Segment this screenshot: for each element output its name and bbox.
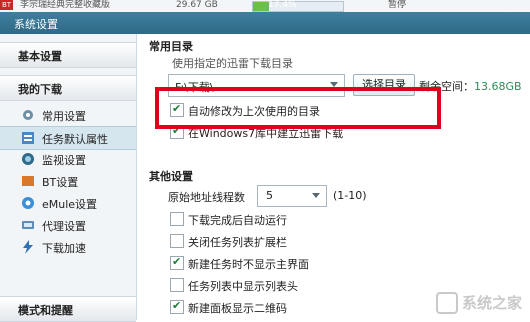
show-qrcode-checkbox[interactable]: ✔ 新建面板显示二维码 xyxy=(170,299,370,315)
thread-count-label: 原始地址线程数 xyxy=(168,191,245,204)
nav-group-basic-label: 基本设置 xyxy=(18,50,62,63)
sidebar-item-label: 任务默认属性 xyxy=(42,133,108,146)
nav-group-basic[interactable]: 基本设置 xyxy=(0,42,136,68)
proxy-icon xyxy=(22,221,34,229)
checkmark-icon: ✔ xyxy=(172,299,182,312)
progress-bar xyxy=(252,1,344,12)
checkbox-box: ✔ xyxy=(170,299,184,314)
lightning-icon xyxy=(23,240,33,254)
sidebar-item-task-default[interactable]: 任务默认属性 xyxy=(0,126,136,150)
section-title-common-dir: 常用目录 xyxy=(149,40,193,53)
settings-dialog: 系统设置 基本设置 我的下载 常用设置 任务默认属性 监视设置 BT设置 eMu… xyxy=(0,12,530,322)
task-status: 暂停 xyxy=(388,0,407,10)
hide-main-ui-checkbox[interactable]: ✔ 新建任务时不显示主界面 xyxy=(170,255,370,271)
checkbox-label: 新建任务时不显示主界面 xyxy=(188,258,309,271)
watermark: 系统之家 xyxy=(435,292,522,314)
sidebar-item-common[interactable]: 常用设置 xyxy=(0,104,136,126)
free-space-value: 13.68GB xyxy=(474,80,522,93)
checkbox-box: ✔ xyxy=(170,212,184,226)
checkbox-label: 任务列表中显示列表头 xyxy=(188,280,298,293)
chevron-down-icon xyxy=(312,193,320,198)
sidebar-item-emule[interactable]: eMule设置 xyxy=(0,192,136,214)
download-dir-label: 使用指定的迅雷下载目录 xyxy=(172,57,293,70)
checkbox-label: 关闭任务列表扩展栏 xyxy=(188,236,287,249)
sidebar-item-monitor[interactable]: 监视设置 xyxy=(0,148,136,170)
file-name: 李宗瑞经典完整收藏版 xyxy=(20,0,111,10)
monitor-icon xyxy=(22,153,34,165)
watermark-text: 系统之家 xyxy=(461,293,522,312)
thread-count-range: (1-10) xyxy=(333,189,367,202)
task-icon xyxy=(22,132,34,144)
house-logo-icon xyxy=(435,292,458,314)
sidebar-item-label: 常用设置 xyxy=(42,110,86,123)
close-ext-bar-checkbox[interactable]: ✔ 关闭任务列表扩展栏 xyxy=(170,233,370,249)
settings-sidebar: 基本设置 我的下载 常用设置 任务默认属性 监视设置 BT设置 eMule设置 … xyxy=(0,34,137,322)
nav-group-download[interactable]: 我的下载 xyxy=(0,75,136,101)
title-bar: 系统设置 xyxy=(0,12,530,34)
sidebar-item-label: BT设置 xyxy=(42,176,79,189)
sidebar-item-acceleration[interactable]: 下载加速 xyxy=(0,236,136,258)
sidebar-item-label: eMule设置 xyxy=(42,198,98,211)
checkbox-box: ✔ xyxy=(170,278,184,292)
emule-icon xyxy=(22,197,34,209)
gear-icon xyxy=(23,110,33,120)
nav-group-mode-label: 模式和提醒 xyxy=(18,304,73,317)
sidebar-item-bt[interactable]: BT设置 xyxy=(0,170,136,192)
section-title-other: 其他设置 xyxy=(149,170,193,183)
file-size: 29.67 GB xyxy=(176,0,218,10)
bt-icon xyxy=(22,176,34,186)
settings-content: 常用目录 使用指定的迅雷下载目录 F:\下载\ 选择目录 剩余空间：13.68G… xyxy=(137,34,530,320)
sidebar-item-label: 下载加速 xyxy=(42,242,86,255)
window-title: 系统设置 xyxy=(14,18,58,31)
sidebar-item-label: 代理设置 xyxy=(42,220,86,233)
sidebar-item-proxy[interactable]: 代理设置 xyxy=(0,214,136,236)
nav-group-download-label: 我的下载 xyxy=(18,83,62,96)
thread-count-select[interactable]: 5 xyxy=(257,185,327,207)
nav-group-mode[interactable]: 模式和提醒 xyxy=(0,296,136,322)
highlight-box xyxy=(155,87,441,129)
show-list-header-checkbox[interactable]: ✔ 任务列表中显示列表头 xyxy=(170,277,370,293)
checkbox-label: 下载完成后自动运行 xyxy=(188,214,287,227)
checkbox-box: ✔ xyxy=(170,234,184,248)
progress-fill xyxy=(253,2,269,11)
progress-text: 17.4% xyxy=(268,0,297,10)
thread-count-value: 5 xyxy=(266,189,273,202)
auto-run-checkbox[interactable]: ✔ 下载完成后自动运行 xyxy=(170,211,370,227)
bt-badge: BT xyxy=(0,0,13,10)
checkbox-label: 新建面板显示二维码 xyxy=(188,302,287,315)
sidebar-item-label: 监视设置 xyxy=(42,154,86,167)
checkmark-icon: ✔ xyxy=(172,255,182,268)
checkbox-box: ✔ xyxy=(170,255,184,270)
